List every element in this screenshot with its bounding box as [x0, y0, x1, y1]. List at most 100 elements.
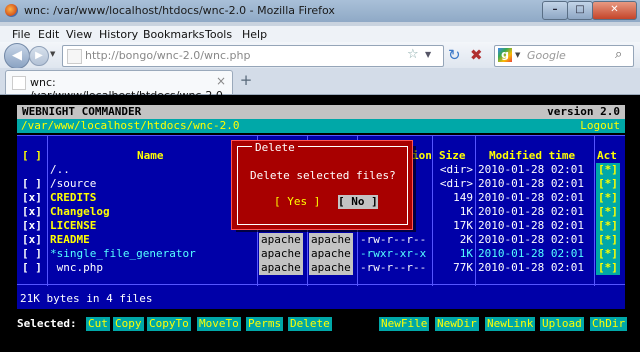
url-bar[interactable]: http://bongo/wnc-2.0/wnc.php ☆ ▼ [62, 45, 444, 67]
row-size: 17K [453, 219, 473, 232]
google-icon[interactable]: g [498, 48, 512, 62]
row-name[interactable]: CREDITS [50, 191, 96, 205]
info-line: 21K bytes in 4 files [20, 292, 153, 305]
row-name[interactable]: wnc.php [50, 261, 103, 275]
window-title: wnc: /var/www/localhost/htdocs/wnc-2.0 -… [24, 4, 335, 17]
upload-button[interactable]: Upload [540, 317, 584, 331]
dialog-title: Delete [252, 141, 298, 155]
row-group: apache [309, 247, 353, 261]
menu-view[interactable]: View [66, 28, 92, 41]
row-modified: 2010-01-28 02:01 [478, 219, 584, 232]
maximize-button[interactable]: □ [567, 1, 593, 20]
moveto-button[interactable]: MoveTo [197, 317, 241, 331]
close-button[interactable]: ✕ [592, 1, 637, 20]
row-modified: 2010-01-28 02:01 [478, 233, 584, 246]
firefox-icon [5, 4, 18, 17]
current-path[interactable]: /var/www/localhost/htdocs/wnc-2.0 [21, 119, 240, 133]
row-action-button[interactable]: [*] [596, 261, 620, 275]
app-header: WEBNIGHT COMMANDER version 2.0 [17, 105, 625, 119]
url-text[interactable]: http://bongo/wnc-2.0/wnc.php [85, 49, 250, 62]
newfile-button[interactable]: NewFile [379, 317, 430, 331]
back-button[interactable]: ◀ [4, 43, 30, 69]
row-action-button[interactable]: [*] [596, 205, 620, 219]
column-name[interactable]: Name [137, 149, 164, 163]
row-name[interactable]: LICENSE [50, 219, 96, 233]
row-group: apache [309, 261, 353, 275]
page-icon [67, 49, 82, 64]
yes-button[interactable]: [ Yes ] [274, 195, 320, 209]
row-owner: apache [259, 233, 303, 247]
column-divider [432, 136, 433, 286]
delete-button[interactable]: Delete [288, 317, 332, 331]
row-checkbox[interactable]: [x] [22, 191, 42, 205]
copy-button[interactable]: Copy [113, 317, 144, 331]
chdir-button[interactable]: ChDir [590, 317, 628, 331]
search-engine-dropdown-icon[interactable]: ▼ [515, 51, 520, 59]
menu-help[interactable]: Help [242, 28, 267, 41]
row-size: 1K [459, 247, 473, 260]
newlink-button[interactable]: NewLink [485, 317, 536, 331]
row-name[interactable]: Changelog [50, 205, 110, 219]
row-checkbox[interactable]: [ ] [22, 261, 42, 275]
row-checkbox[interactable]: [x] [22, 205, 42, 219]
row-action-button[interactable]: [*] [596, 233, 620, 247]
select-all-checkbox[interactable]: [ ] [22, 149, 42, 163]
row-perm: -rwxr-xr-x [360, 247, 427, 260]
logout-link[interactable]: Logout [580, 119, 620, 133]
row-perm: -rw-r--r-- [360, 261, 427, 274]
menu-file[interactable]: File [12, 28, 30, 41]
new-tab-button[interactable]: + [236, 71, 256, 91]
panel-separator [17, 284, 625, 285]
row-checkbox[interactable]: [ ] [22, 177, 42, 191]
menu-bookmarks[interactable]: Bookmarks [143, 28, 204, 41]
url-dropdown-icon[interactable]: ▼ [425, 50, 431, 59]
magnifier-icon[interactable]: ⌕ [615, 47, 622, 62]
selected-label: Selected: [17, 317, 77, 330]
row-size: 1K [459, 205, 473, 218]
row-name[interactable]: *single_file_generator [50, 247, 196, 261]
row-action-button[interactable]: [*] [596, 191, 620, 205]
row-action-button[interactable]: [*] [596, 177, 620, 191]
minimize-button[interactable]: – [542, 1, 568, 20]
row-owner: apache [259, 261, 303, 275]
perms-button[interactable]: Perms [246, 317, 284, 331]
row-size: 149 [453, 191, 473, 204]
no-button[interactable]: [ No ] [338, 195, 378, 209]
column-divider [594, 136, 595, 286]
row-checkbox[interactable]: [x] [22, 233, 42, 247]
search-input[interactable]: Google [527, 49, 566, 62]
row-name[interactable]: /source [50, 177, 96, 191]
menu-tools[interactable]: Tools [205, 28, 232, 41]
row-owner: apache [259, 247, 303, 261]
newdir-button[interactable]: NewDir [435, 317, 479, 331]
menu-edit[interactable]: Edit [38, 28, 59, 41]
column-size[interactable]: Size [439, 149, 466, 163]
stop-button[interactable]: ✖ [470, 46, 483, 64]
row-size: <dir> [439, 163, 473, 176]
search-box[interactable]: g ▼ Google ⌕ [494, 45, 634, 67]
menu-history[interactable]: History [99, 28, 138, 41]
row-checkbox[interactable]: [x] [22, 219, 42, 233]
row-checkbox[interactable]: [ ] [22, 247, 42, 261]
row-name[interactable]: README [50, 233, 90, 247]
tab-close-icon[interactable]: × [216, 74, 226, 88]
cut-button[interactable]: Cut [86, 317, 110, 331]
column-divider [475, 136, 476, 286]
forward-button[interactable]: ▶ [29, 46, 49, 66]
copyto-button[interactable]: CopyTo [147, 317, 191, 331]
row-action-button[interactable]: [*] [596, 219, 620, 233]
row-action-button[interactable]: [*] [596, 247, 620, 261]
menu-bar [0, 26, 640, 42]
row-modified: 2010-01-28 02:01 [478, 177, 584, 190]
app-version: version 2.0 [547, 105, 620, 118]
history-dropdown-icon[interactable]: ▼ [50, 50, 55, 58]
tab-wnc[interactable]: wnc: /var/www/localhost/htdocs/wnc-2.0 × [5, 70, 233, 102]
star-icon[interactable]: ☆ [407, 47, 419, 62]
row-size: 77K [453, 261, 473, 274]
row-action-button[interactable]: [*] [596, 163, 620, 177]
row-modified: 2010-01-28 02:01 [478, 261, 584, 274]
row-name[interactable]: /.. [50, 163, 70, 177]
reload-button[interactable]: ↻ [448, 46, 461, 64]
path-bar: /var/www/localhost/htdocs/wnc-2.0 Logout [17, 119, 625, 133]
column-modified[interactable]: Modified time [489, 149, 575, 163]
